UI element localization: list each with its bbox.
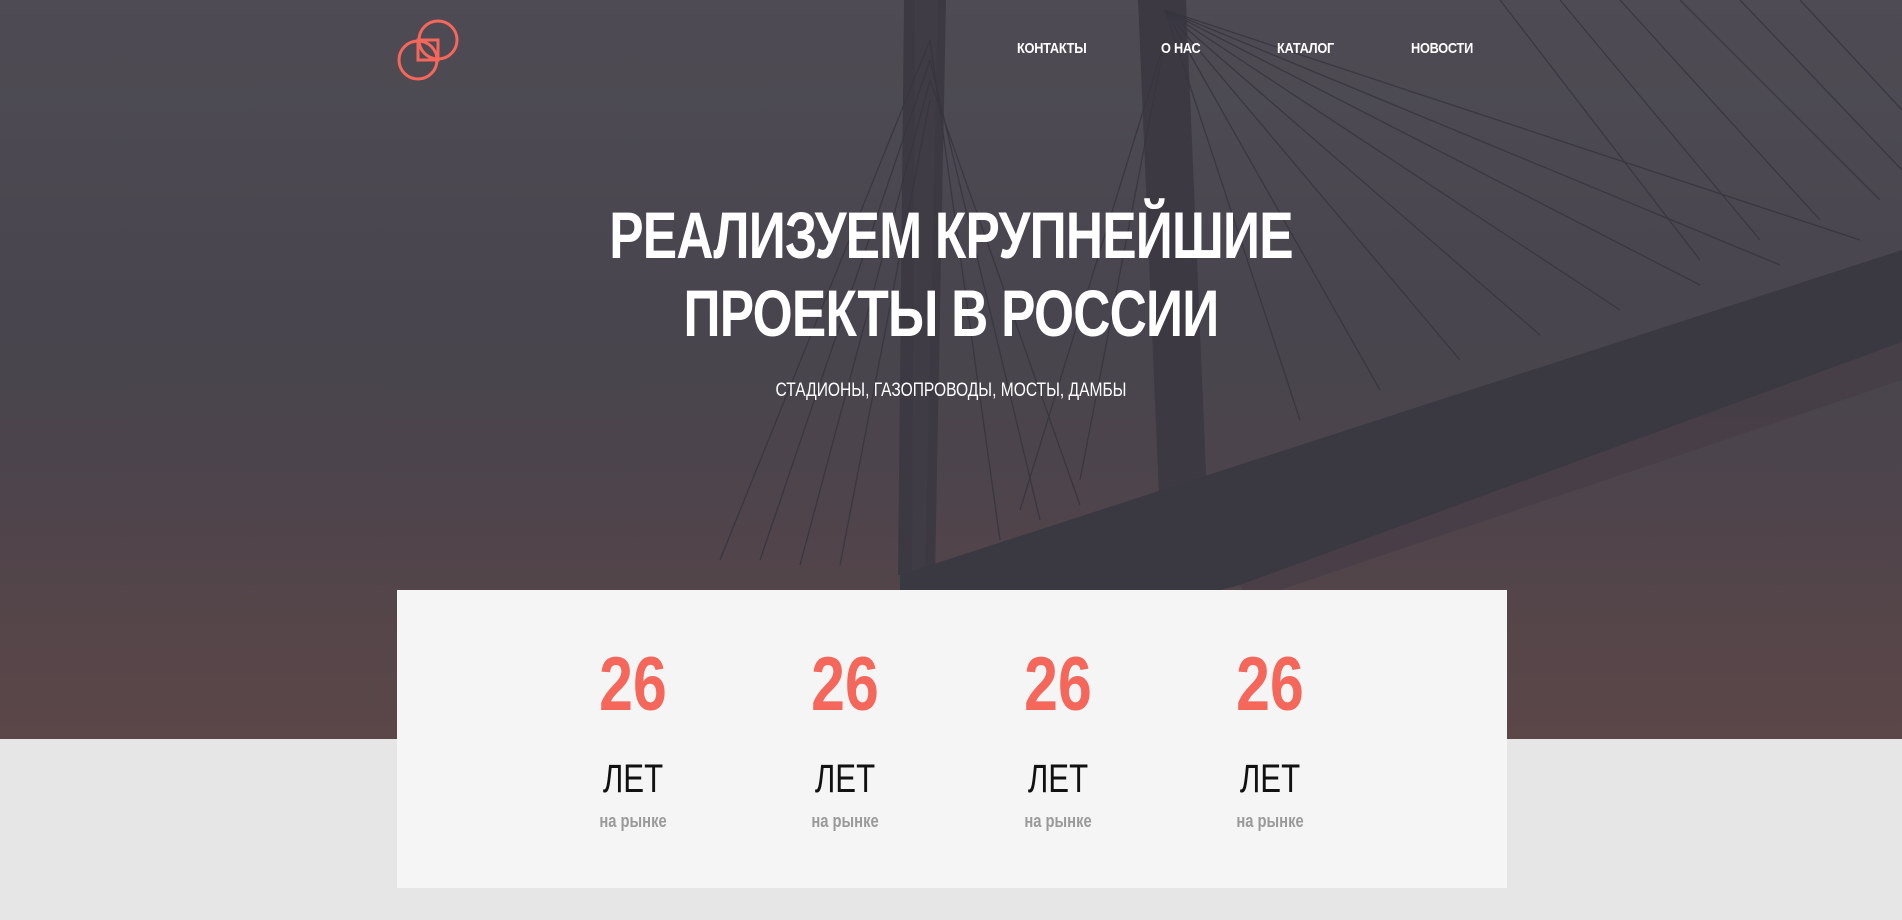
stats-panel: 26 ЛЕТ на рынке 26 ЛЕТ на рынке 26 ЛЕТ н… [397,590,1507,888]
logo-icon[interactable] [396,18,460,82]
nav-item-about[interactable]: О НАС [1161,40,1201,57]
hero-title: РЕАЛИЗУЕМ КРУПНЕЙШИЕ ПРОЕКТЫ В РОССИИ [561,196,1341,352]
site-header: КОНТАКТЫ О НАС КАТАЛОГ НОВОСТИ [0,0,1902,100]
nav-item-catalog[interactable]: КАТАЛОГ [1277,40,1334,57]
stat-label: ЛЕТ [1027,757,1089,801]
stat-caption: на рынке [599,811,667,831]
stat-item: 26 ЛЕТ на рынке [978,590,1138,888]
hero-title-line-2: ПРОЕКТЫ В РОССИИ [683,276,1220,350]
nav-item-news[interactable]: НОВОСТИ [1411,40,1473,57]
stat-value: 26 [1024,642,1092,727]
stat-caption: на рынке [1236,811,1304,831]
stat-label: ЛЕТ [602,757,664,801]
stat-label: ЛЕТ [814,757,876,801]
stat-caption: на рынке [1024,811,1092,831]
stat-item: 26 ЛЕТ на рынке [765,590,925,888]
stat-value: 26 [811,642,879,727]
stat-item: 26 ЛЕТ на рынке [1190,590,1350,888]
stat-label: ЛЕТ [1239,757,1301,801]
stat-caption: на рынке [811,811,879,831]
nav-item-contacts[interactable]: КОНТАКТЫ [1017,40,1087,57]
hero-subtitle: СТАДИОНЫ, ГАЗОПРОВОДЫ, МОСТЫ, ДАМБЫ [775,380,1127,401]
stat-value: 26 [599,642,667,727]
hero-title-line-1: РЕАЛИЗУЕМ КРУПНЕЙШИЕ [609,198,1293,272]
stat-item: 26 ЛЕТ на рынке [553,590,713,888]
stat-value: 26 [1236,642,1304,727]
